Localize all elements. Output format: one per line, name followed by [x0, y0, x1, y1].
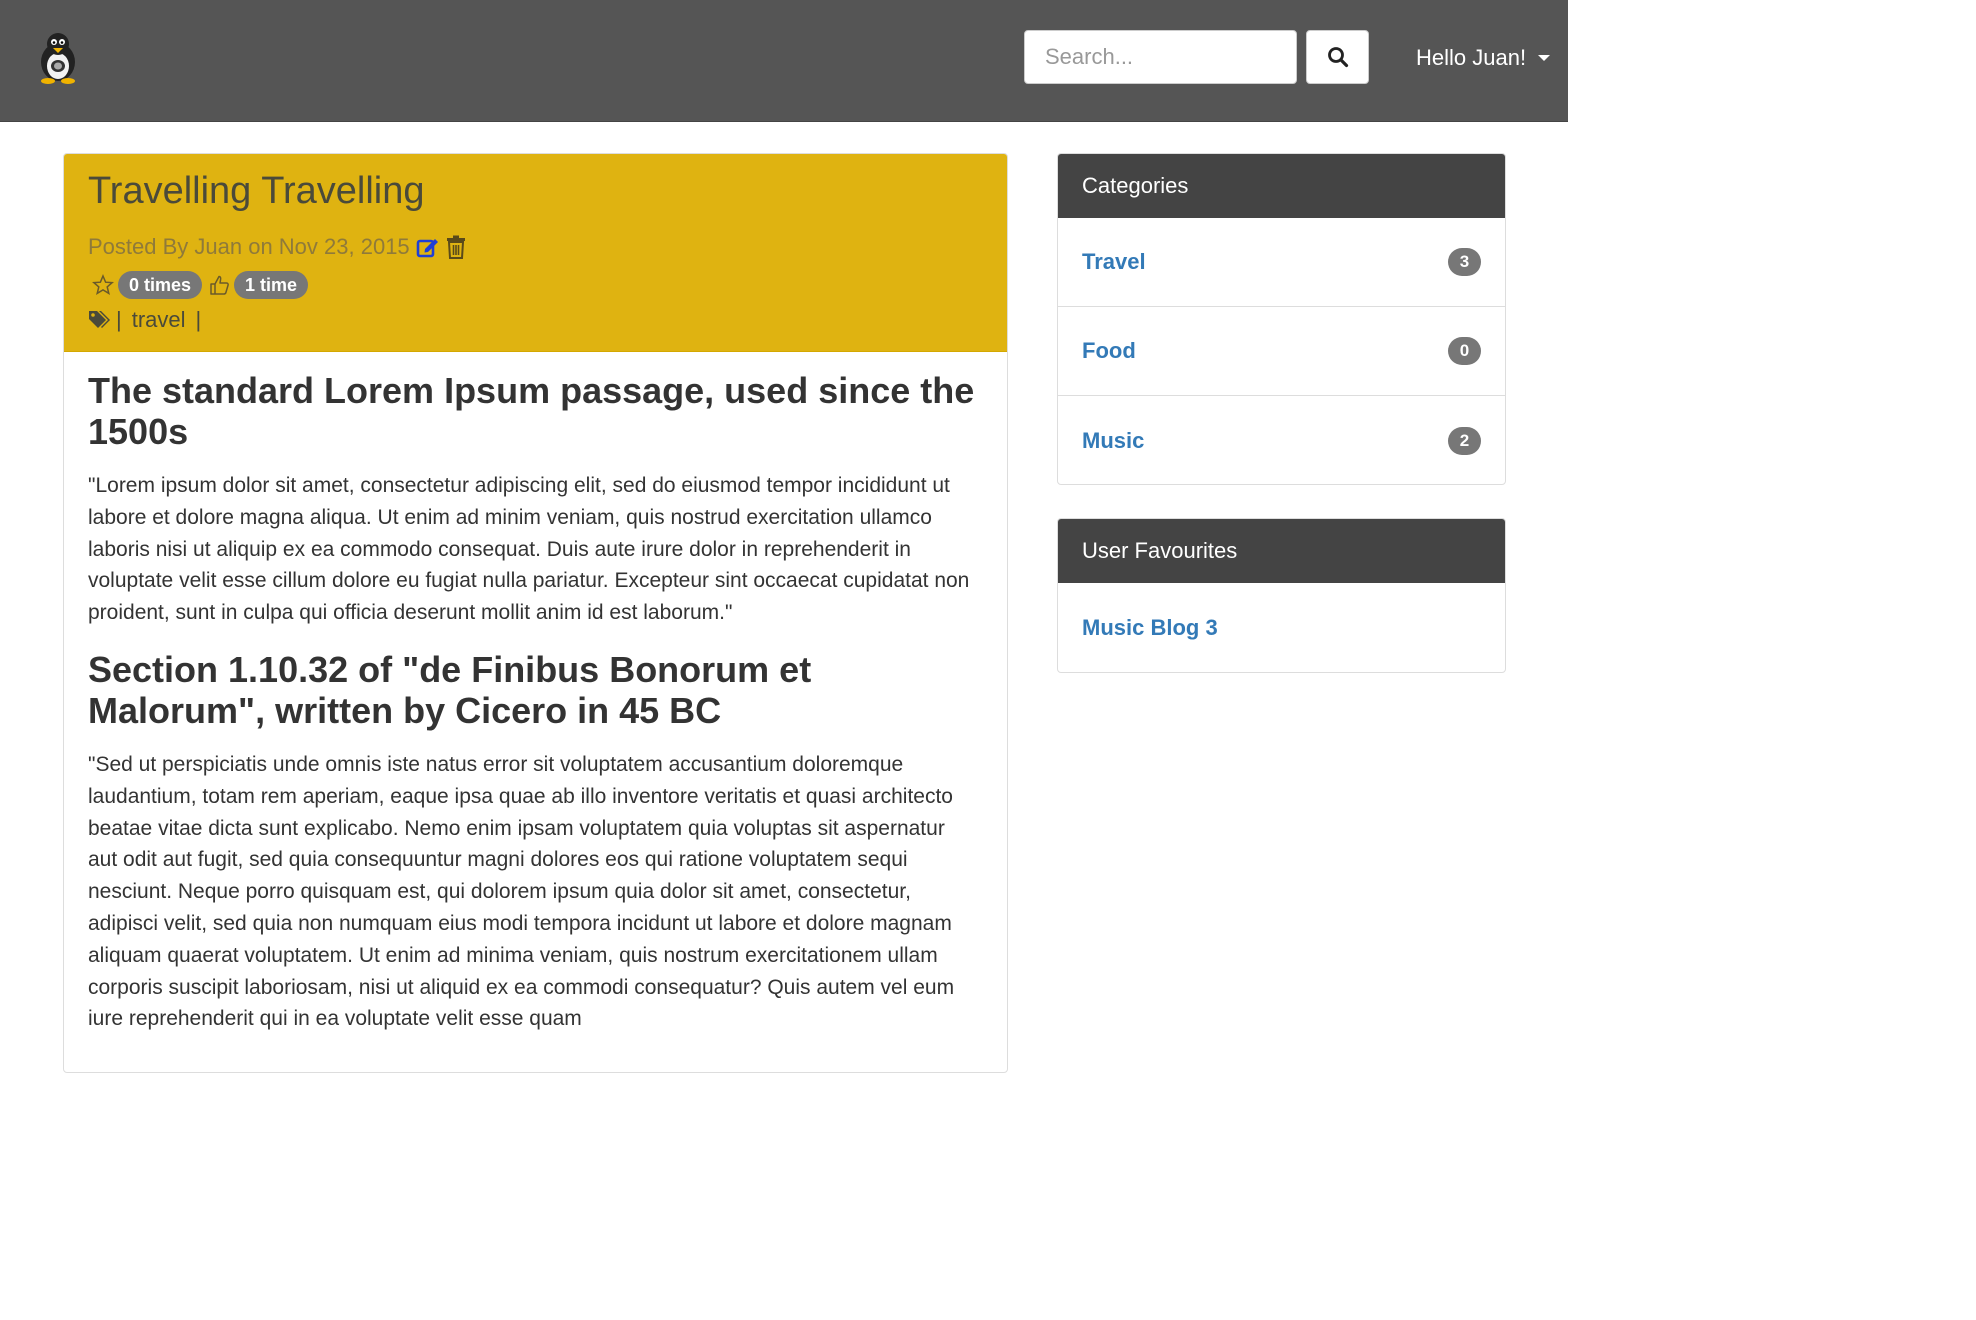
post-meta-text: Posted By Juan on Nov 23, 2015 [88, 234, 410, 259]
star-icon[interactable] [92, 274, 114, 296]
category-item-music[interactable]: Music 2 [1058, 396, 1505, 484]
section-heading: The standard Lorem Ipsum passage, used s… [88, 370, 975, 452]
user-greeting: Hello Juan! [1416, 45, 1527, 70]
category-item-food[interactable]: Food 0 [1058, 307, 1505, 396]
section-heading: Section 1.10.32 of "de Finibus Bonorum e… [88, 648, 812, 731]
favourite-item[interactable]: Music Blog 3 [1058, 583, 1505, 672]
section-text: "Lorem ipsum dolor sit amet, consectetur… [88, 474, 970, 625]
favourites-panel: User Favourites Music Blog 3 [1057, 518, 1506, 673]
post-panel: Travelling Travelling Posted By Juan on … [63, 153, 1008, 1073]
tag-separator: | [195, 307, 202, 332]
section-text: "Sed ut perspiciatis unde omnis iste nat… [88, 752, 955, 1031]
post-tags: | travel | [88, 307, 205, 333]
category-count-badge: 0 [1448, 337, 1481, 365]
categories-heading: Categories [1058, 154, 1505, 218]
category-count-badge: 3 [1448, 248, 1481, 276]
favourites-heading: User Favourites [1058, 519, 1505, 583]
category-link[interactable]: Music [1082, 428, 1144, 454]
user-dropdown[interactable]: Hello Juan! [1416, 38, 1551, 78]
penguin-logo[interactable] [32, 28, 84, 84]
caret-down-icon [1538, 55, 1551, 61]
post-meta: Posted By Juan on Nov 23, 2015 [88, 234, 466, 260]
likes-count-badge: 1 time [234, 271, 309, 299]
post-body: The standard Lorem Ipsum passage, used s… [88, 370, 978, 1055]
thumbs-up-icon[interactable] [208, 274, 230, 296]
search-icon [1327, 47, 1348, 68]
category-count-badge: 2 [1448, 426, 1481, 455]
navbar: Hello Juan! [0, 0, 1568, 122]
tag-separator: | [116, 307, 122, 332]
search-input[interactable] [1024, 30, 1297, 84]
category-link[interactable]: Travel [1082, 249, 1146, 275]
category-link[interactable]: Food [1082, 338, 1136, 364]
post-header: Travelling Travelling Posted By Juan on … [64, 154, 1007, 352]
post-title: Travelling Travelling [88, 170, 425, 212]
tags-icon [89, 311, 110, 328]
edit-icon[interactable] [416, 236, 440, 258]
categories-panel: Categories Travel 3 Food 0 Music 2 [1057, 153, 1506, 485]
post-stats: 0 times 1 time [86, 271, 309, 299]
favourites-count-badge: 0 times [118, 271, 203, 299]
favourite-link[interactable]: Music Blog 3 [1082, 615, 1218, 641]
search-button[interactable] [1306, 30, 1369, 84]
category-item-travel[interactable]: Travel 3 [1058, 218, 1505, 307]
tag-link[interactable]: travel [132, 307, 186, 333]
trash-icon[interactable] [446, 235, 466, 259]
